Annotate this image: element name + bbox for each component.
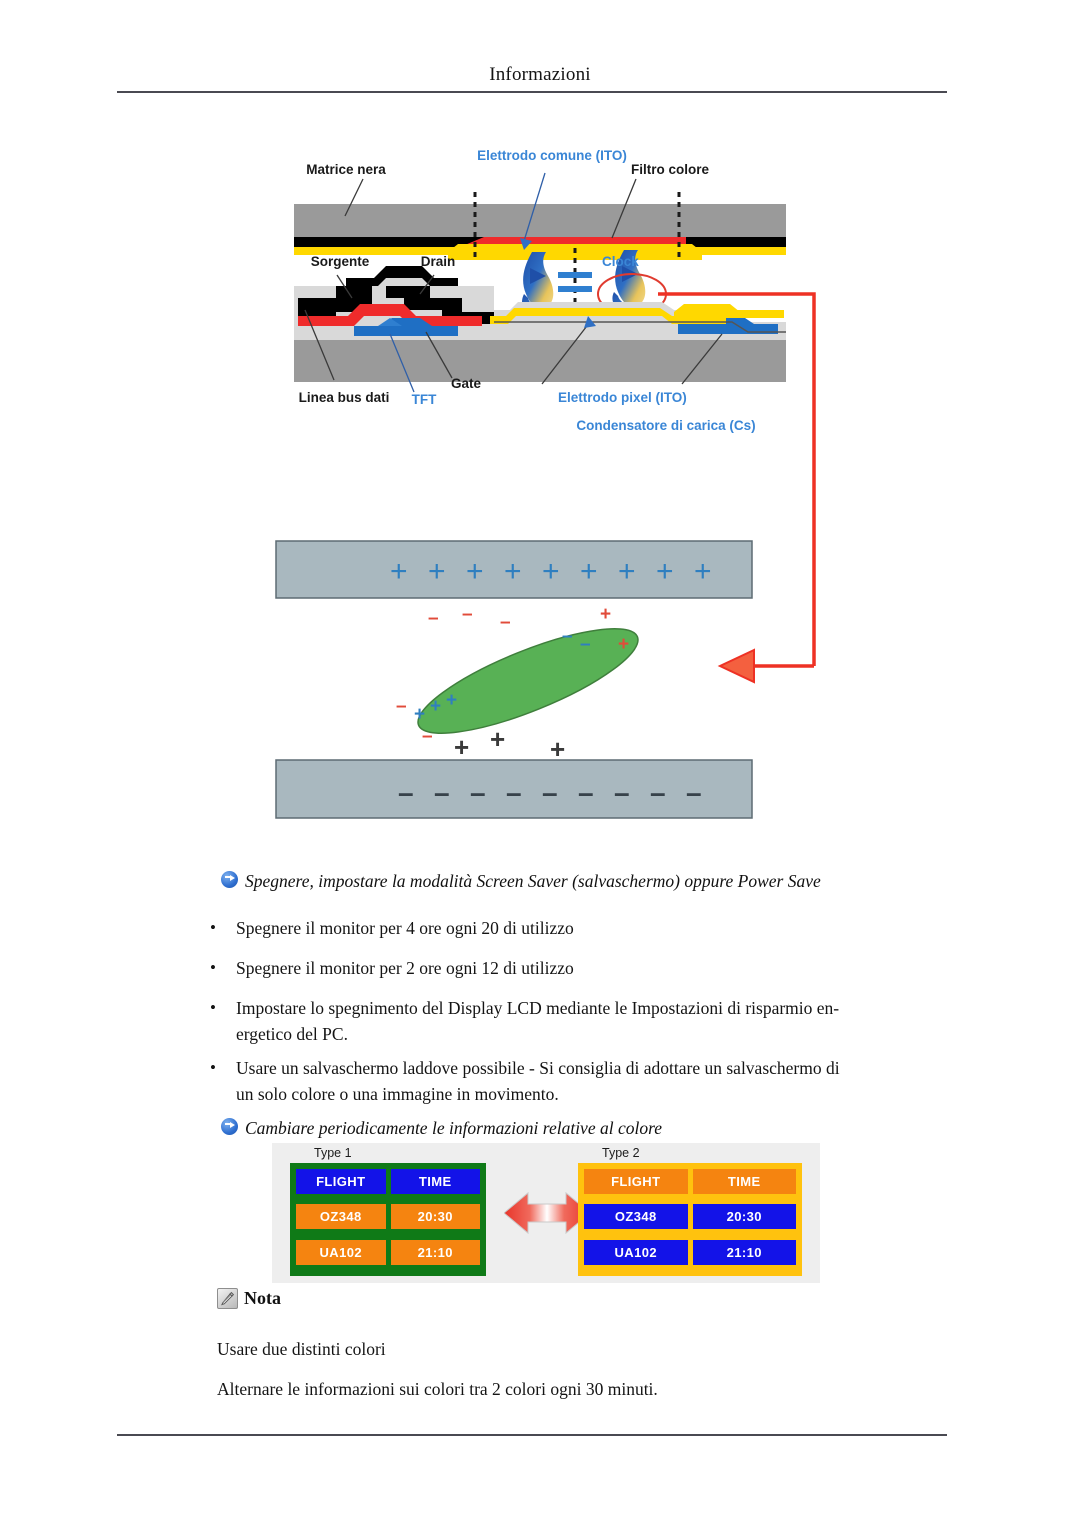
bullet-glyph: • — [210, 918, 216, 937]
type1-label: Type 1 — [314, 1146, 352, 1160]
svg-text:+: + — [430, 696, 441, 717]
bullet-item: • Spegnere il monitor per 2 ore ogni 12 … — [210, 955, 910, 981]
bullet-glyph: • — [210, 958, 216, 977]
svg-text:–: – — [428, 608, 439, 629]
bullet-item: • Impostare lo spegnimento del Display L… — [210, 995, 910, 1047]
table-cell: UA102 — [296, 1239, 386, 1265]
table-header-cell: TIME — [692, 1169, 796, 1194]
note-line-1: Usare due distinti colori — [217, 1339, 386, 1359]
svg-text:+: + — [490, 724, 505, 754]
bullet-item: • Spegnere il monitor per 4 ore ogni 20 … — [210, 915, 910, 941]
svg-text:+: + — [466, 555, 484, 588]
svg-text:+: + — [550, 734, 565, 764]
svg-text:–: – — [542, 777, 558, 808]
bullet-label: Spegnere il monitor per 4 ore ogni 20 di… — [236, 918, 574, 938]
svg-text:+: + — [580, 555, 598, 588]
svg-text:+: + — [446, 690, 457, 711]
header-divider — [117, 91, 947, 93]
note-label: Nota — [244, 1288, 281, 1308]
label-drain: Drain — [421, 254, 456, 269]
label-clock: Clock — [602, 254, 639, 269]
svg-text:–: – — [422, 726, 433, 747]
table-header-cell: FLIGHT — [296, 1169, 386, 1194]
power-save-heading: Spegnere, impostare la modalità Screen S… — [245, 871, 821, 891]
type1-table: FLIGHT TIME OZ348 20:30 UA102 21:10 — [290, 1163, 486, 1276]
svg-text:–: – — [614, 777, 630, 808]
flight-info-comparison-figure: Type 1 Type 2 FLIGHT TIME OZ348 20:30 UA… — [272, 1143, 820, 1283]
svg-text:+: + — [618, 555, 636, 588]
label-gate: Gate — [451, 376, 482, 391]
svg-text:+: + — [600, 604, 611, 625]
svg-text:+: + — [694, 555, 712, 588]
svg-text:–: – — [470, 777, 486, 808]
svg-text:+: + — [428, 555, 446, 588]
svg-text:–: – — [686, 777, 702, 808]
label-filtro-colore: Filtro colore — [631, 162, 709, 177]
blue-arrow-bullet-icon — [221, 871, 238, 888]
label-tft: TFT — [412, 392, 437, 407]
document-page: Informazioni Matrice nera Elettrodo comu… — [0, 0, 1080, 1527]
label-condensatore: Condensatore di carica (Cs) — [576, 418, 755, 433]
note-pencil-icon — [217, 1288, 238, 1309]
svg-text:+: + — [542, 555, 560, 588]
blue-arrow-bullet-icon — [221, 1118, 238, 1135]
bullet-glyph: • — [210, 1058, 216, 1077]
lcd-cross-section-figure: Matrice nera Elettrodo comune (ITO) Filt… — [262, 126, 842, 838]
note-line-2: Alternare le informazioni sui colori tra… — [217, 1379, 658, 1399]
page-header-title: Informazioni — [489, 64, 591, 85]
table-cell: 20:30 — [390, 1204, 480, 1230]
type2-label: Type 2 — [602, 1146, 640, 1160]
svg-text:+: + — [414, 704, 425, 725]
bullet-label: Spegnere il monitor per 2 ore ogni 12 di… — [236, 958, 574, 978]
bullet-glyph: • — [210, 998, 216, 1017]
label-linea-bus-dati: Linea bus dati — [299, 390, 390, 405]
table-header-cell: TIME — [390, 1169, 480, 1194]
svg-text:–: – — [462, 604, 473, 625]
table-cell: UA102 — [584, 1239, 688, 1265]
svg-text:+: + — [504, 555, 522, 588]
svg-text:+: + — [390, 555, 408, 588]
svg-text:–: – — [578, 777, 594, 808]
svg-text:–: – — [562, 626, 573, 647]
bullet-item: • Usare un salvaschermo laddove possibil… — [210, 1055, 910, 1107]
table-cell: OZ348 — [296, 1204, 386, 1230]
svg-text:+: + — [454, 732, 469, 762]
svg-text:–: – — [500, 612, 511, 633]
footer-divider — [117, 1434, 947, 1436]
color-change-heading: Cambiare periodicamente le informazioni … — [245, 1118, 663, 1138]
svg-text:–: – — [506, 777, 522, 808]
table-cell: 20:30 — [692, 1204, 796, 1230]
svg-text:+: + — [618, 634, 629, 655]
svg-text:–: – — [580, 634, 591, 655]
label-elettrodo-comune: Elettrodo comune (ITO) — [477, 148, 627, 163]
svg-text:–: – — [398, 777, 414, 808]
bullet-label: Impostare lo spegnimento del Display LCD… — [236, 998, 840, 1044]
table-cell: OZ348 — [584, 1204, 688, 1230]
note-heading: Nota — [217, 1288, 281, 1309]
label-sorgente: Sorgente — [311, 254, 370, 269]
svg-text:+: + — [656, 555, 674, 588]
label-elettrodo-pixel: Elettrodo pixel (ITO) — [558, 390, 687, 405]
table-header-cell: FLIGHT — [584, 1169, 688, 1194]
table-cell: 21:10 — [692, 1239, 796, 1265]
label-matrice-nera: Matrice nera — [306, 162, 386, 177]
type2-table: FLIGHT TIME OZ348 20:30 UA102 21:10 — [578, 1163, 802, 1276]
svg-text:–: – — [434, 777, 450, 808]
note-block: Nota — [217, 1288, 281, 1309]
svg-text:–: – — [396, 696, 407, 717]
table-cell: 21:10 — [390, 1239, 480, 1265]
svg-text:–: – — [650, 777, 666, 808]
bullet-label: Usare un salvaschermo laddove possibile … — [236, 1058, 840, 1104]
